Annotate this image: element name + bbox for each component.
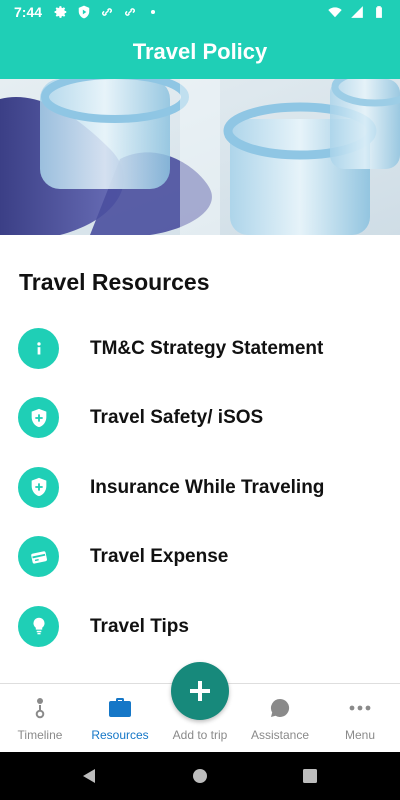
nav-item-assistance[interactable]: Assistance <box>240 684 320 753</box>
resource-label: Insurance While Traveling <box>90 476 325 498</box>
app-bar: Travel Policy <box>0 24 400 79</box>
page-title: Travel Policy <box>132 38 268 64</box>
shield-plus-icon <box>18 397 59 439</box>
wifi-icon <box>328 7 342 18</box>
recents-icon[interactable] <box>302 768 318 784</box>
resource-item-insurance[interactable]: Insurance While Traveling <box>0 453 400 522</box>
nav-label: Add to trip <box>172 728 228 742</box>
resource-item-tips[interactable]: Travel Tips <box>0 592 400 661</box>
briefcase-icon <box>108 696 132 720</box>
nav-item-menu[interactable]: Menu <box>320 684 400 753</box>
chat-icon <box>268 696 292 720</box>
status-bar: 7:44 <box>0 0 400 24</box>
dot-icon <box>150 9 156 15</box>
resource-label: TM&C Strategy Statement <box>90 338 324 359</box>
resource-label: Travel Safety/ iSOS <box>90 407 264 429</box>
timeline-icon <box>28 696 52 720</box>
card-icon <box>18 536 59 578</box>
link-icon <box>102 8 112 16</box>
resource-item-safety[interactable]: Travel Safety/ iSOS <box>0 383 400 452</box>
nav-label: Timeline <box>17 728 63 742</box>
add-to-trip-button[interactable] <box>171 662 229 720</box>
lightbulb-icon <box>18 605 59 647</box>
info-icon <box>18 328 59 369</box>
status-time: 7:44 <box>14 4 43 20</box>
more-icon <box>348 696 372 720</box>
battery-icon <box>376 6 382 18</box>
system-nav-bar <box>0 752 400 800</box>
lab-vials-photo <box>0 79 400 235</box>
shield-plus-icon <box>18 466 59 508</box>
home-icon[interactable] <box>192 768 208 784</box>
nav-label: Assistance <box>250 728 310 742</box>
resource-item-expense[interactable]: Travel Expense <box>0 522 400 591</box>
shield-play-icon <box>78 5 90 19</box>
section-title: Travel Resources <box>19 269 210 295</box>
signal-icon <box>351 6 363 18</box>
resource-label: Travel Tips <box>90 615 189 637</box>
link-icon <box>125 8 135 16</box>
back-icon[interactable] <box>81 768 97 784</box>
nav-item-timeline[interactable]: Timeline <box>0 684 80 753</box>
resource-label: Travel Expense <box>90 546 229 568</box>
settings-icon <box>54 6 67 18</box>
plus-icon <box>190 681 210 701</box>
resource-item-strategy[interactable]: TM&C Strategy Statement <box>0 314 400 383</box>
hero-image <box>0 79 400 235</box>
nav-label: Menu <box>344 728 376 742</box>
resource-list: TM&C Strategy Statement Travel Safety/ i… <box>0 314 400 661</box>
nav-item-resources[interactable]: Resources <box>80 684 160 753</box>
nav-label: Resources <box>91 728 149 742</box>
